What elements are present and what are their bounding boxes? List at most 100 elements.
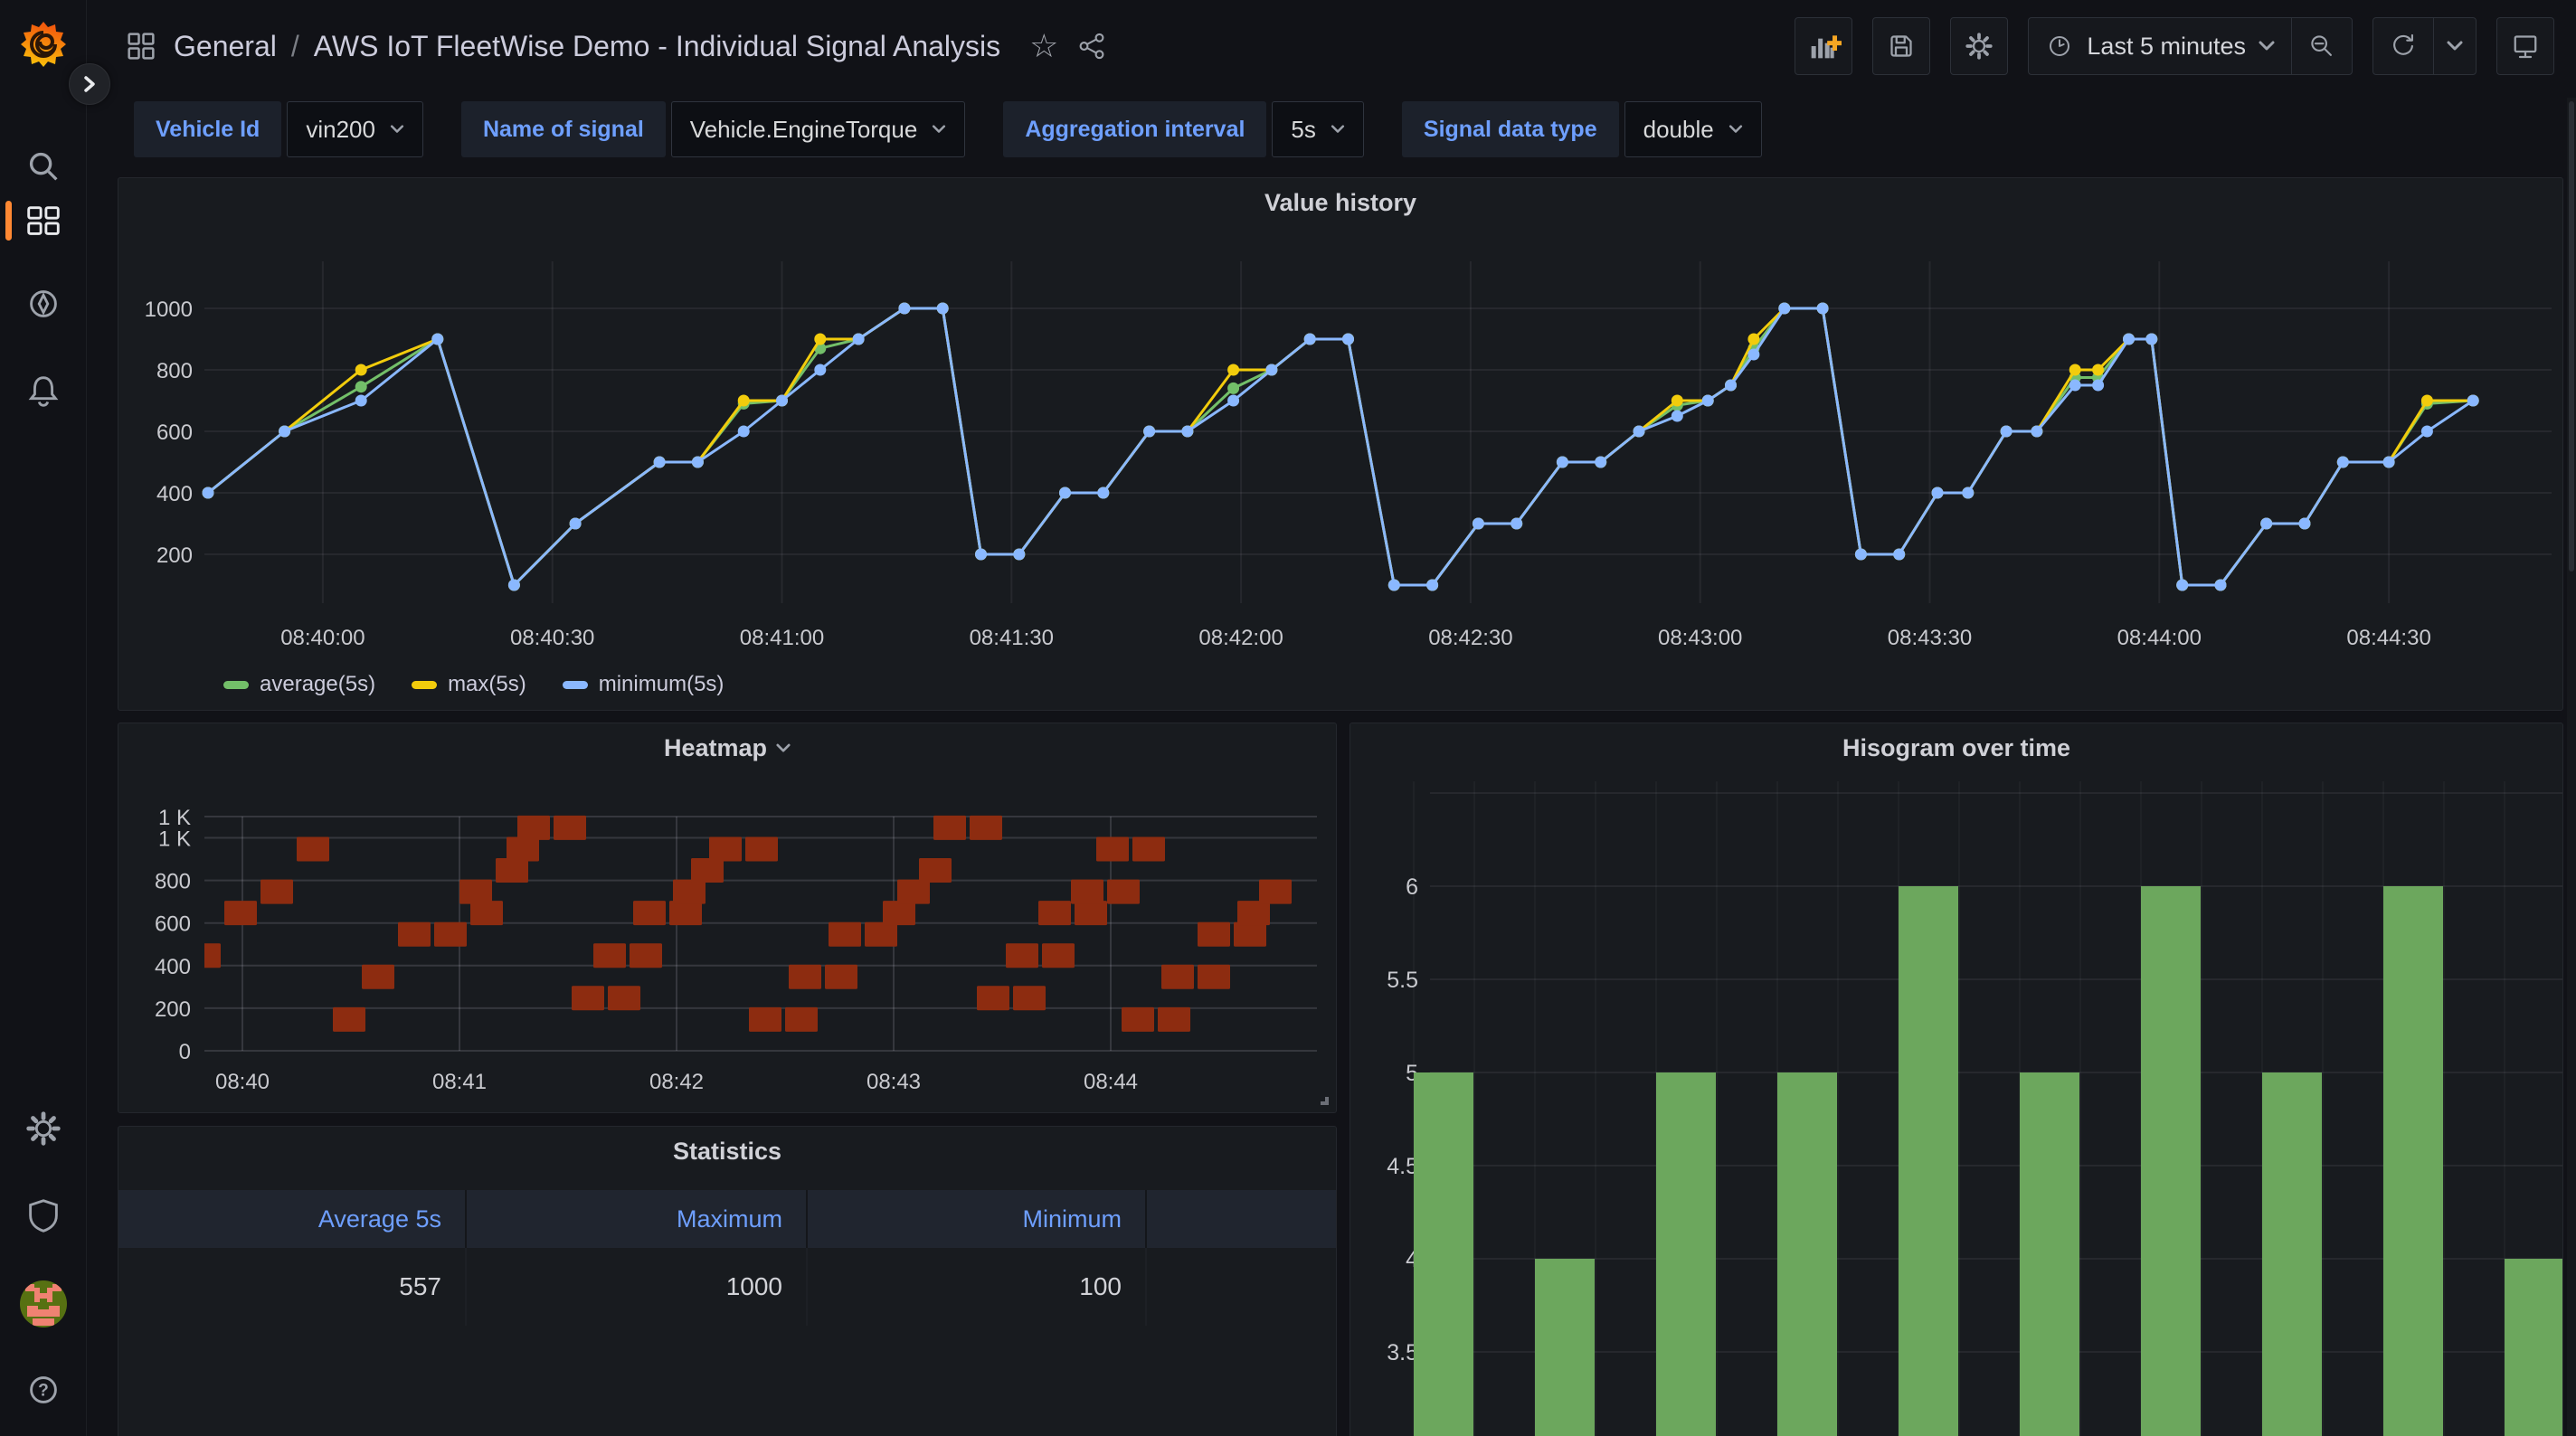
time-range-button[interactable]: Last 5 minutes — [2029, 18, 2291, 74]
svg-text:600: 600 — [155, 912, 191, 937]
svg-text:800: 800 — [155, 870, 191, 894]
sidebar-expand-button[interactable] — [69, 63, 110, 105]
svg-text:08:41: 08:41 — [432, 1070, 487, 1094]
sidebar: ? — [0, 0, 110, 1436]
cell-average: 557 — [118, 1248, 467, 1326]
user-avatar[interactable] — [0, 1279, 87, 1329]
value-history-chart: 200 400 600 800 1000 08:40:00 08:40:30 08:41:00… — [145, 261, 2552, 650]
page-title: AWS IoT FleetWise Demo - Individual Sign… — [313, 29, 1001, 62]
svg-text:1 K: 1 K — [158, 806, 191, 830]
cell-minimum: 100 — [808, 1248, 1147, 1326]
scrollbar-thumb[interactable] — [2569, 101, 2574, 572]
svg-text:08:40:00: 08:40:00 — [280, 626, 365, 650]
caret-down-icon — [2447, 41, 2463, 51]
search-icon[interactable] — [0, 145, 87, 188]
dashboard-grid: Value history 200 400 600 800 1000 08:40:00 08… — [87, 165, 2576, 1436]
refresh-group — [2372, 17, 2477, 75]
sidebar-item-alerting[interactable] — [0, 369, 87, 412]
svg-text:5.5: 5.5 — [1387, 968, 1418, 993]
svg-text:800: 800 — [156, 359, 193, 383]
svg-text:1000: 1000 — [145, 298, 193, 322]
variable-aggregation-interval: Aggregation interval 5s — [1003, 101, 1364, 157]
grafana-logo[interactable] — [0, 16, 87, 72]
panel-statistics: Statistics Average 5s Maximum Minimum St… — [118, 1126, 1337, 1436]
zoom-out-button[interactable] — [2292, 18, 2352, 74]
time-range-label: Last 5 minutes — [2087, 32, 2246, 60]
svg-text:08:43:00: 08:43:00 — [1658, 626, 1742, 650]
panel-histogram: Hisogram over time 6 5.5 5 4.5 4 3.5 — [1350, 723, 2563, 1436]
variable-label: Signal data type — [1401, 101, 1619, 157]
heatmap-chart: 0 200 400 600 800 1 K1 K 08:40 08:41 08:42 08:43 0… — [155, 806, 1317, 1094]
svg-text:08:43:30: 08:43:30 — [1888, 626, 1972, 650]
variable-signal-name: Name of signal Vehicle.EngineTorque — [460, 101, 966, 157]
svg-text:08:43: 08:43 — [867, 1070, 921, 1094]
svg-text:08:41:00: 08:41:00 — [740, 626, 824, 650]
refresh-button[interactable] — [2373, 18, 2433, 74]
top-navigation-bar: General / AWS IoT FleetWise Demo - Indiv… — [87, 0, 2576, 92]
panel-resize-handle[interactable] — [1313, 1090, 1331, 1108]
chevron-down-icon — [776, 743, 791, 752]
svg-text:08:42: 08:42 — [649, 1070, 704, 1094]
column-header-average[interactable]: Average 5s — [118, 1190, 467, 1248]
panel-value-history: Value history 200 400 600 800 1000 08:40:00 08… — [118, 177, 2563, 711]
refresh-interval-dropdown[interactable] — [2434, 18, 2476, 74]
legend-item[interactable]: average(5s) — [223, 672, 375, 697]
legend-item[interactable]: minimum(5s) — [562, 672, 724, 697]
svg-text:3.5: 3.5 — [1387, 1340, 1418, 1365]
panel-title[interactable]: Heatmap — [118, 734, 1336, 762]
sidebar-item-dashboards[interactable] — [0, 199, 87, 242]
panel-title: Value history — [1264, 189, 1417, 216]
svg-text:400: 400 — [156, 482, 193, 506]
dashboard-settings-button[interactable] — [1950, 17, 2009, 75]
variable-value-dropdown[interactable]: double — [1624, 101, 1762, 157]
column-header-minimum[interactable]: Minimum — [808, 1190, 1147, 1248]
variable-vehicle-id: Vehicle Id vin200 — [134, 101, 423, 157]
breadcrumb: General / AWS IoT FleetWise Demo - Indiv… — [123, 28, 1107, 64]
caret-down-icon — [1728, 125, 1742, 133]
svg-text:08:40: 08:40 — [215, 1070, 270, 1094]
table-header-row: Average 5s Maximum Minimum Standard Devi… — [118, 1190, 1336, 1248]
shield-icon[interactable] — [0, 1194, 87, 1237]
svg-text:08:41:30: 08:41:30 — [970, 626, 1054, 650]
breadcrumb-section[interactable]: General — [174, 30, 277, 63]
caret-down-icon — [390, 125, 404, 133]
svg-text:200: 200 — [156, 543, 193, 568]
cell-maximum: 1000 — [467, 1248, 808, 1326]
save-dashboard-button[interactable] — [1872, 17, 1931, 75]
legend-item[interactable]: max(5s) — [412, 672, 526, 697]
svg-text:0: 0 — [179, 1040, 191, 1064]
page-scrollbar[interactable] — [2567, 98, 2576, 1436]
panel-title: Statistics — [672, 1138, 782, 1165]
toolbar-actions: Last 5 minutes — [1795, 17, 2554, 75]
dashboard-variables: Vehicle Id vin200 Name of signal Vehicle… — [134, 101, 1762, 157]
variable-label: Vehicle Id — [134, 101, 282, 157]
legend-swatch — [412, 680, 438, 689]
variable-value-dropdown[interactable]: 5s — [1272, 101, 1364, 157]
column-header-maximum[interactable]: Maximum — [467, 1190, 808, 1248]
svg-text:08:40:30: 08:40:30 — [510, 626, 594, 650]
panel-heatmap: Heatmap 0 200 400 600 800 1 K1 K 08:40 08:41 08:… — [118, 723, 1337, 1113]
svg-text:08:42:30: 08:42:30 — [1428, 626, 1512, 650]
svg-text:08:44: 08:44 — [1084, 1070, 1138, 1094]
svg-text:08:44:00: 08:44:00 — [2117, 626, 2202, 650]
help-icon[interactable]: ? — [0, 1368, 87, 1412]
svg-text:400: 400 — [155, 955, 191, 979]
sidebar-item-explore[interactable] — [0, 282, 87, 326]
legend-swatch — [223, 680, 249, 689]
caret-down-icon — [933, 125, 946, 133]
svg-text:08:42:00: 08:42:00 — [1198, 626, 1283, 650]
variable-value-dropdown[interactable]: Vehicle.EngineTorque — [670, 101, 966, 157]
panel-title: Hisogram over time — [1842, 734, 2071, 761]
svg-text:600: 600 — [156, 420, 193, 445]
kiosk-mode-button[interactable] — [2496, 17, 2554, 75]
add-panel-button[interactable] — [1795, 17, 1853, 75]
star-icon[interactable]: ☆ — [1029, 30, 1058, 62]
share-icon[interactable] — [1076, 31, 1107, 61]
breadcrumb-separator: / — [290, 29, 299, 62]
settings-gear-icon[interactable] — [0, 1107, 87, 1150]
variable-value-dropdown[interactable]: vin200 — [287, 101, 423, 157]
svg-text:1 K: 1 K — [158, 827, 191, 852]
svg-text:6: 6 — [1406, 874, 1418, 900]
column-header-stddev[interactable]: Standard Deviation — [1147, 1190, 1336, 1248]
variable-label: Name of signal — [460, 101, 666, 157]
